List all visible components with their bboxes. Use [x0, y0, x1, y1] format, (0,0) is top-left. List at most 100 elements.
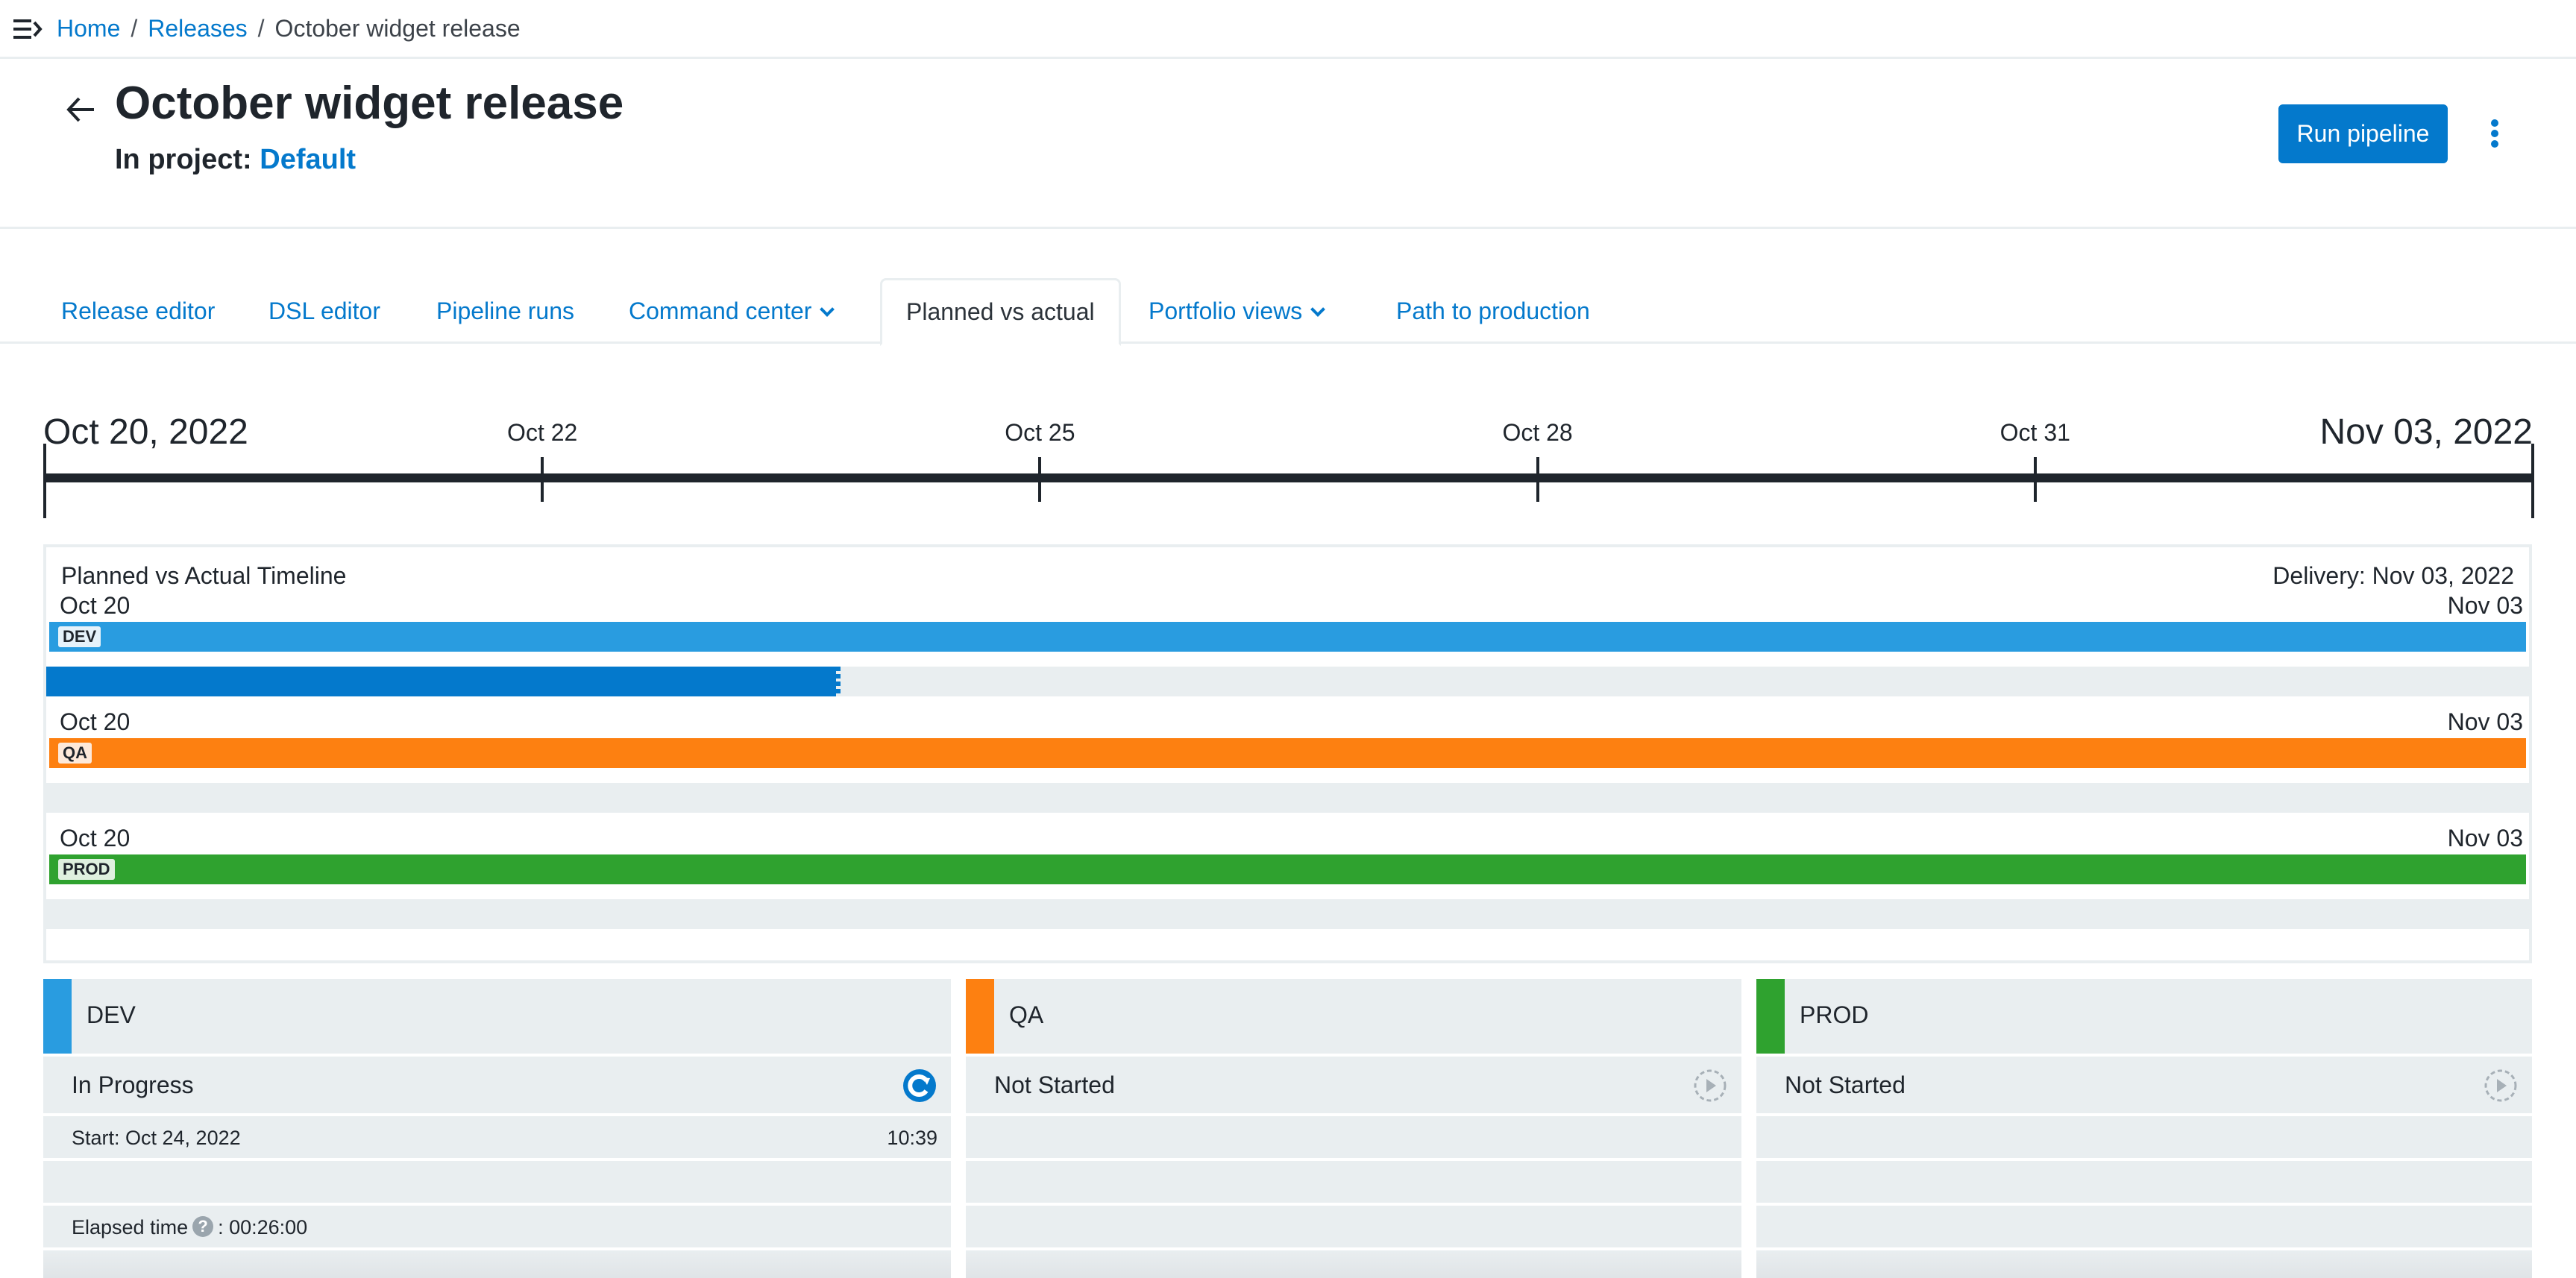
- stage-card-header[interactable]: QA: [966, 979, 1741, 1054]
- stage-card-row: [966, 1206, 1741, 1247]
- project-link[interactable]: Default: [260, 144, 356, 175]
- elapsed-label: Elapsed time: [72, 1216, 189, 1238]
- stage-card-row: Not Started: [1756, 1057, 2532, 1113]
- elapsed-time: Elapsed time?: 00:26:00: [72, 1215, 308, 1239]
- actual-track: [46, 667, 2529, 696]
- actual-bar-edge: [835, 667, 841, 696]
- tab-label: Release editor: [61, 298, 216, 324]
- tab-label: Planned vs actual: [906, 298, 1095, 325]
- run-pipeline-button[interactable]: Run pipeline: [2278, 104, 2448, 163]
- project-prefix: In project:: [115, 144, 252, 175]
- stage-card-row: [966, 1161, 1741, 1203]
- menu-expand-icon[interactable]: [13, 19, 43, 39]
- stage-name: QA: [1009, 1001, 1044, 1028]
- stage-status: Not Started: [1785, 1071, 1906, 1098]
- planned-start-label: Oct 20: [60, 708, 131, 735]
- axis-tick: [1038, 457, 1042, 502]
- breadcrumb-separator: /: [131, 15, 138, 42]
- tab-dsl-editor[interactable]: DSL editor: [268, 278, 380, 344]
- stage-card-header[interactable]: DEV: [43, 979, 951, 1054]
- timeline-lane-dev: Oct 20 Nov 03 DEV: [46, 591, 2529, 702]
- planned-start-label: Oct 20: [60, 825, 131, 852]
- tab-label: Command center: [629, 298, 812, 324]
- breadcrumb-releases[interactable]: Releases: [148, 15, 247, 42]
- stage-card-row: [966, 1250, 1741, 1278]
- arrow-left-icon[interactable]: [63, 92, 98, 128]
- stage-color-stripe: [1756, 979, 1785, 1054]
- stage-start-time: 10:39: [887, 1127, 937, 1149]
- stage-color-stripe: [43, 979, 72, 1054]
- stage-card-qa: QA Not Started: [966, 979, 1741, 1278]
- stage-card-row: [1756, 1206, 2532, 1247]
- timeline-lane-prod: Oct 20 Nov 03 PROD: [46, 823, 2529, 935]
- delivery-date: Delivery: Nov 03, 2022: [2272, 562, 2514, 589]
- planned-end-label: Nov 03: [2447, 708, 2523, 735]
- page-title: October widget release: [115, 78, 624, 129]
- tab-label: Path to production: [1396, 298, 1590, 324]
- planned-bar-dev[interactable]: DEV: [49, 622, 2526, 652]
- timeline-lane-qa: Oct 20 Nov 03 QA: [46, 707, 2529, 819]
- actual-bar-dev[interactable]: [46, 667, 841, 696]
- axis-tick: [541, 457, 544, 502]
- tab-release-editor[interactable]: Release editor: [61, 278, 215, 344]
- planned-end-label: Nov 03: [2447, 825, 2523, 852]
- help-icon[interactable]: ?: [192, 1215, 214, 1237]
- planned-vs-actual-panel: Planned vs Actual Timeline Delivery: Nov…: [43, 544, 2532, 963]
- stage-card-row: [1756, 1250, 2532, 1278]
- axis-end-label: Nov 03, 2022: [2319, 412, 2533, 452]
- actual-track: [46, 899, 2529, 929]
- tab-label: Portfolio views: [1149, 298, 1303, 324]
- stage-badge: QA: [58, 743, 92, 764]
- stage-card-row: Start: Oct 24, 2022 10:39: [43, 1116, 951, 1158]
- stage-card-row: Elapsed time?: 00:26:00: [43, 1206, 951, 1247]
- not-started-icon: [2484, 1069, 2517, 1102]
- breadcrumb: Home / Releases / October widget release: [57, 13, 521, 43]
- tab-planned-vs-actual[interactable]: Planned vs actual: [880, 278, 1121, 346]
- tab-command-center[interactable]: Command center: [629, 278, 835, 344]
- tab-bar: Release editor DSL editor Pipeline runs …: [0, 278, 2576, 346]
- stage-card-dev: DEV In Progress Start: Oct 24, 2022 10:39 El…: [43, 979, 951, 1278]
- kebab-menu-icon[interactable]: [2484, 117, 2506, 151]
- axis-tick-label: Oct 25: [1005, 419, 1075, 446]
- stage-card-row: [43, 1250, 951, 1278]
- stage-status: Not Started: [994, 1071, 1115, 1098]
- stage-card-row: In Progress: [43, 1057, 951, 1113]
- axis-line: [45, 473, 2533, 482]
- not-started-icon: [1694, 1069, 1727, 1102]
- axis-tick-label: Oct 22: [507, 419, 578, 446]
- elapsed-value: : 00:26:00: [218, 1216, 308, 1238]
- planned-start-label: Oct 20: [60, 592, 131, 619]
- stage-status: In Progress: [72, 1071, 194, 1098]
- axis-start-tick: [43, 444, 46, 518]
- axis-tick: [1536, 457, 1539, 502]
- stage-badge: PROD: [58, 859, 115, 880]
- in-progress-icon: [903, 1069, 936, 1102]
- planned-end-label: Nov 03: [2447, 592, 2523, 619]
- stage-name: PROD: [1800, 1001, 1869, 1028]
- axis-start-label: Oct 20, 2022: [43, 412, 248, 452]
- stage-name: DEV: [87, 1001, 136, 1028]
- chevron-down-icon: [820, 302, 835, 317]
- tab-portfolio-views[interactable]: Portfolio views: [1149, 278, 1326, 344]
- stage-card-row: [966, 1116, 1741, 1158]
- planned-bar-prod[interactable]: PROD: [49, 854, 2526, 884]
- stage-card-row: [1756, 1161, 2532, 1203]
- stage-card-header[interactable]: PROD: [1756, 979, 2532, 1054]
- panel-title: Planned vs Actual Timeline: [61, 562, 347, 589]
- tab-path-to-production[interactable]: Path to production: [1396, 278, 1590, 344]
- tab-label: DSL editor: [268, 298, 380, 324]
- actual-track: [46, 783, 2529, 813]
- stage-card-row: [43, 1161, 951, 1203]
- chevron-down-icon: [1310, 302, 1326, 317]
- stage-color-stripe: [966, 979, 994, 1054]
- axis-tick: [2033, 457, 2037, 502]
- tab-label: Pipeline runs: [436, 298, 574, 324]
- timeline-axis: Oct 20, 2022 Nov 03, 2022 Oct 22 Oct 25 Oc…: [0, 403, 2576, 529]
- stage-card-row: Not Started: [966, 1057, 1741, 1113]
- planned-bar-qa[interactable]: QA: [49, 738, 2526, 768]
- axis-end-tick: [2531, 444, 2534, 518]
- project-info: In project: Default: [115, 142, 356, 177]
- tab-pipeline-runs[interactable]: Pipeline runs: [436, 278, 574, 344]
- breadcrumb-home[interactable]: Home: [57, 15, 120, 42]
- breadcrumb-bar: Home / Releases / October widget release: [0, 0, 2576, 59]
